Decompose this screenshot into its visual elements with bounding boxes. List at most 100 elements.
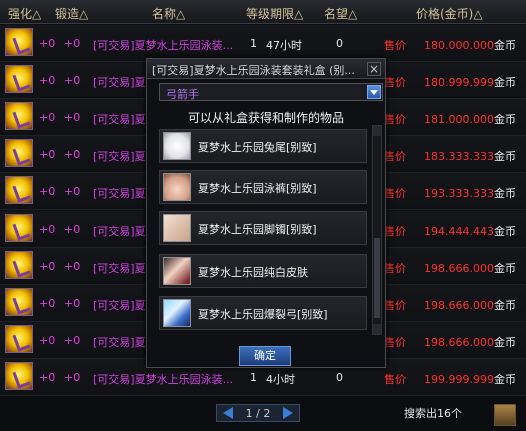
item-icon [5,28,33,56]
price-value: 181.000.000金币 [424,111,516,127]
forge-value: +0 [64,111,81,124]
price-unit: 金币 [493,262,516,275]
sell-label: 售价 [384,225,406,238]
scroll-down-icon[interactable] [373,324,381,334]
price-unit: 金币 [493,150,516,163]
pagination: 1 / 2 [216,404,300,422]
item-icon [5,214,33,242]
price-unit: 金币 [493,113,516,126]
forge-value: +0 [64,37,81,50]
sort-forge-header[interactable]: 锻造△ [55,5,88,22]
sort-reputation-header[interactable]: 名望△ [324,5,357,22]
item-icon [5,288,33,316]
item-icon [5,325,33,353]
popup-scrollbar[interactable] [372,125,382,335]
price-amount: 198.666.000 [424,336,494,349]
confirm-button[interactable]: 确定 [239,346,291,366]
price-unit: 金币 [493,225,516,238]
forge-value: +0 [64,371,81,384]
next-page-icon[interactable] [283,407,293,419]
item-icon [5,139,33,167]
price-unit: 金币 [493,373,516,386]
class-select[interactable]: 弓箭手 [159,83,383,101]
reputation-value: 0 [336,371,343,384]
item-name: [可交易]夏梦水上乐园泳装... [93,39,234,52]
price-amount: 180.999.999 [424,76,494,89]
price-value: 180.000.000金币 [424,37,516,53]
sell-label: 售价 [384,373,406,386]
price-amount: 199.999.999 [424,373,494,386]
price-amount: 193.333.333 [424,187,494,200]
sell-label: 售价 [384,262,406,275]
gift-item-label: 夏梦水上乐园纯白皮肤 [198,266,308,279]
gift-box-popup: [可交易]夏梦水上乐园泳装套装礼盒 (别... × 弓箭手 可以从礼盒获得和制作… [146,58,386,368]
sort-price-header[interactable]: 价格(金币)△ [416,5,483,22]
price-amount: 180.000.000 [424,39,494,52]
price-amount: 198.666.000 [424,262,494,275]
gift-item-label: 夏梦水上乐园爆裂弓[别致] [198,308,328,321]
swimsuit-icon [163,173,191,201]
enhance-value: +0 [39,37,56,50]
sort-level-header[interactable]: 等级期限△ [246,5,303,22]
forge-value: +0 [64,297,81,310]
forge-value: +0 [64,223,81,236]
scroll-up-icon[interactable] [373,126,381,136]
level-value: 1 [250,371,257,384]
item-icon [5,176,33,204]
enhance-value: +0 [39,148,56,161]
price-value: 198.666.000金币 [424,334,516,350]
price-amount: 183.333.333 [424,150,494,163]
item-icon [5,102,33,130]
item-icon [5,362,33,390]
enhance-value: +0 [39,371,56,384]
gift-item-label: 夏梦水上乐园兔尾[别致] [198,141,317,154]
forge-value: +0 [64,334,81,347]
skin-icon [163,257,191,285]
forge-value: +0 [64,185,81,198]
sort-name-header[interactable]: 名称△ [152,5,185,22]
search-result-count: 搜索出16个 [404,407,462,420]
price-unit: 金币 [493,76,516,89]
price-amount: 194.444.443 [424,225,494,238]
enhance-value: +0 [39,260,56,273]
close-icon[interactable]: × [367,62,381,76]
price-amount: 181.000.000 [424,113,494,126]
enhance-value: +0 [39,297,56,310]
price-value: 193.333.333金币 [424,185,516,201]
enhance-value: +0 [39,334,56,347]
table-header: 强化△ 锻造△ 名称△ 等级期限△ 名望△ 价格(金币)△ [0,0,526,24]
gift-item-anklet[interactable]: 夏梦水上乐园脚镯[别致] [159,211,367,245]
level-value: 1 [250,37,257,50]
price-unit: 金币 [493,299,516,312]
forge-value: +0 [64,74,81,87]
gift-item-tail[interactable]: 夏梦水上乐园兔尾[别致] [159,129,367,163]
popup-title: [可交易]夏梦水上乐园泳装套装礼盒 (别... [152,64,355,77]
price-unit: 金币 [493,187,516,200]
sell-label: 售价 [384,336,406,349]
sort-enhance-header[interactable]: 强化△ [8,5,41,22]
table-row[interactable]: +0 +0 [可交易]夏梦水上乐园泳装... 1 47小时 0 售价 180.000.000金… [0,25,526,62]
price-value: 183.333.333金币 [424,148,516,164]
gift-item-swimsuit[interactable]: 夏梦水上乐园泳裤[别致] [159,170,367,204]
scroll-thumb[interactable] [374,238,380,318]
gift-item-skin[interactable]: 夏梦水上乐园纯白皮肤 [159,254,367,288]
price-value: 199.999.999金币 [424,371,516,387]
enhance-value: +0 [39,74,56,87]
character-icon[interactable] [494,404,516,426]
price-value: 198.666.000金币 [424,297,516,313]
sell-label: 售价 [384,39,406,52]
forge-value: +0 [64,148,81,161]
anklet-icon [163,214,191,242]
time-limit: 4小时 [266,373,295,386]
bow-icon [163,299,191,327]
time-limit: 47小时 [266,39,302,52]
popup-title-bar[interactable]: [可交易]夏梦水上乐园泳装套装礼盒 (别... × [147,59,385,79]
sell-label: 售价 [384,150,406,163]
gift-item-bow[interactable]: 夏梦水上乐园爆裂弓[别致] [159,296,367,330]
price-unit: 金币 [493,39,516,52]
sell-label: 售价 [384,113,406,126]
chevron-down-icon[interactable] [367,85,381,99]
enhance-value: +0 [39,223,56,236]
item-name: [可交易]夏梦水上乐园泳装... [93,373,234,386]
sell-label: 售价 [384,299,406,312]
